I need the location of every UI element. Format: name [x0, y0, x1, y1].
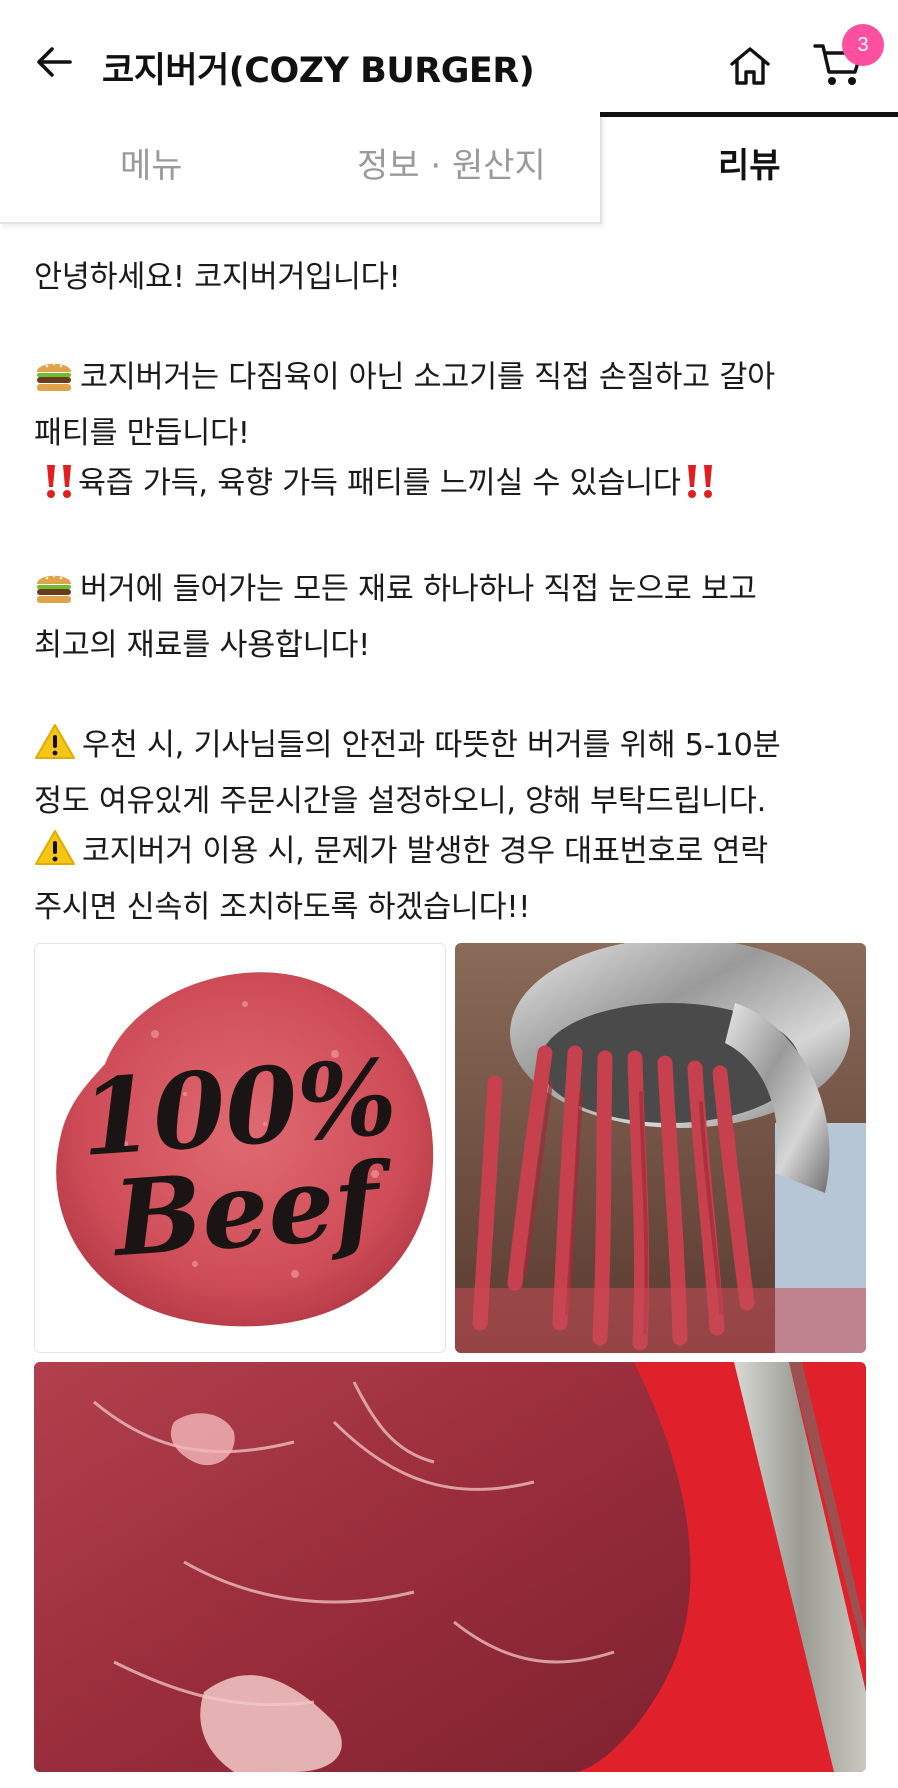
beef-label-line2: Beef: [107, 1138, 398, 1280]
notice-line: 주시면 신속히 조치하도록 하겠습니다!!: [34, 890, 531, 925]
notice-line: 정도 여유있게 주문시간을 설정하오니, 양해 부탁드립니다.: [34, 784, 767, 819]
double-exclamation-icon: [683, 463, 717, 515]
warning-icon: [34, 829, 76, 883]
notice-line: 코지버거 이용 시, 문제가 발생한 경우 대표번호로 연락: [34, 827, 874, 883]
store-notice: 안녕하세요! 코지버거입니다! 코지버거는 다짐육이 아닌 소고기를 직접 손질…: [34, 253, 874, 933]
arrow-left-icon: [37, 47, 72, 77]
raw-beef-photo[interactable]: [34, 1362, 866, 1772]
home-icon: [730, 47, 770, 85]
tab-reviews[interactable]: 리뷰: [718, 138, 781, 187]
app-header: 코지버거(COZY BURGER) 3: [0, 0, 898, 115]
beef-patty-photo[interactable]: 100% Beef: [34, 943, 446, 1353]
meat-grinder-photo[interactable]: [455, 943, 866, 1353]
notice-line: 최고의 재료를 사용합니다!: [34, 628, 371, 663]
notice-line: 패티를 만듭니다!: [34, 416, 250, 451]
notice-line: 육즙 가득, 육향 가득 패티를 느끼실 수 있습니다: [34, 459, 874, 515]
burger-icon: [34, 567, 74, 621]
burger-icon: [34, 355, 74, 409]
store-title: 코지버거(COZY BURGER): [102, 51, 535, 91]
notice-line: 우천 시, 기사님들의 안전과 따뜻한 버거를 위해 5-10분: [34, 721, 874, 777]
cart-count-badge: 3: [842, 24, 884, 66]
double-exclamation-icon: [42, 463, 76, 515]
store-tabs: 메뉴 정보 · 원산지 리뷰: [0, 112, 898, 224]
notice-line: 버거에 들어가는 모든 재료 하나하나 직접 눈으로 보고: [34, 565, 874, 621]
home-button[interactable]: [722, 38, 778, 94]
warning-icon: [34, 723, 76, 777]
back-button[interactable]: [30, 38, 78, 86]
tab-info-origin[interactable]: 정보 · 원산지: [357, 138, 546, 187]
notice-line: 안녕하세요! 코지버거입니다!: [34, 260, 401, 295]
tab-menu[interactable]: 메뉴: [120, 138, 183, 187]
active-tab-indicator: [600, 112, 898, 117]
notice-line: 코지버거는 다짐육이 아닌 소고기를 직접 손질하고 갈아: [34, 353, 874, 409]
